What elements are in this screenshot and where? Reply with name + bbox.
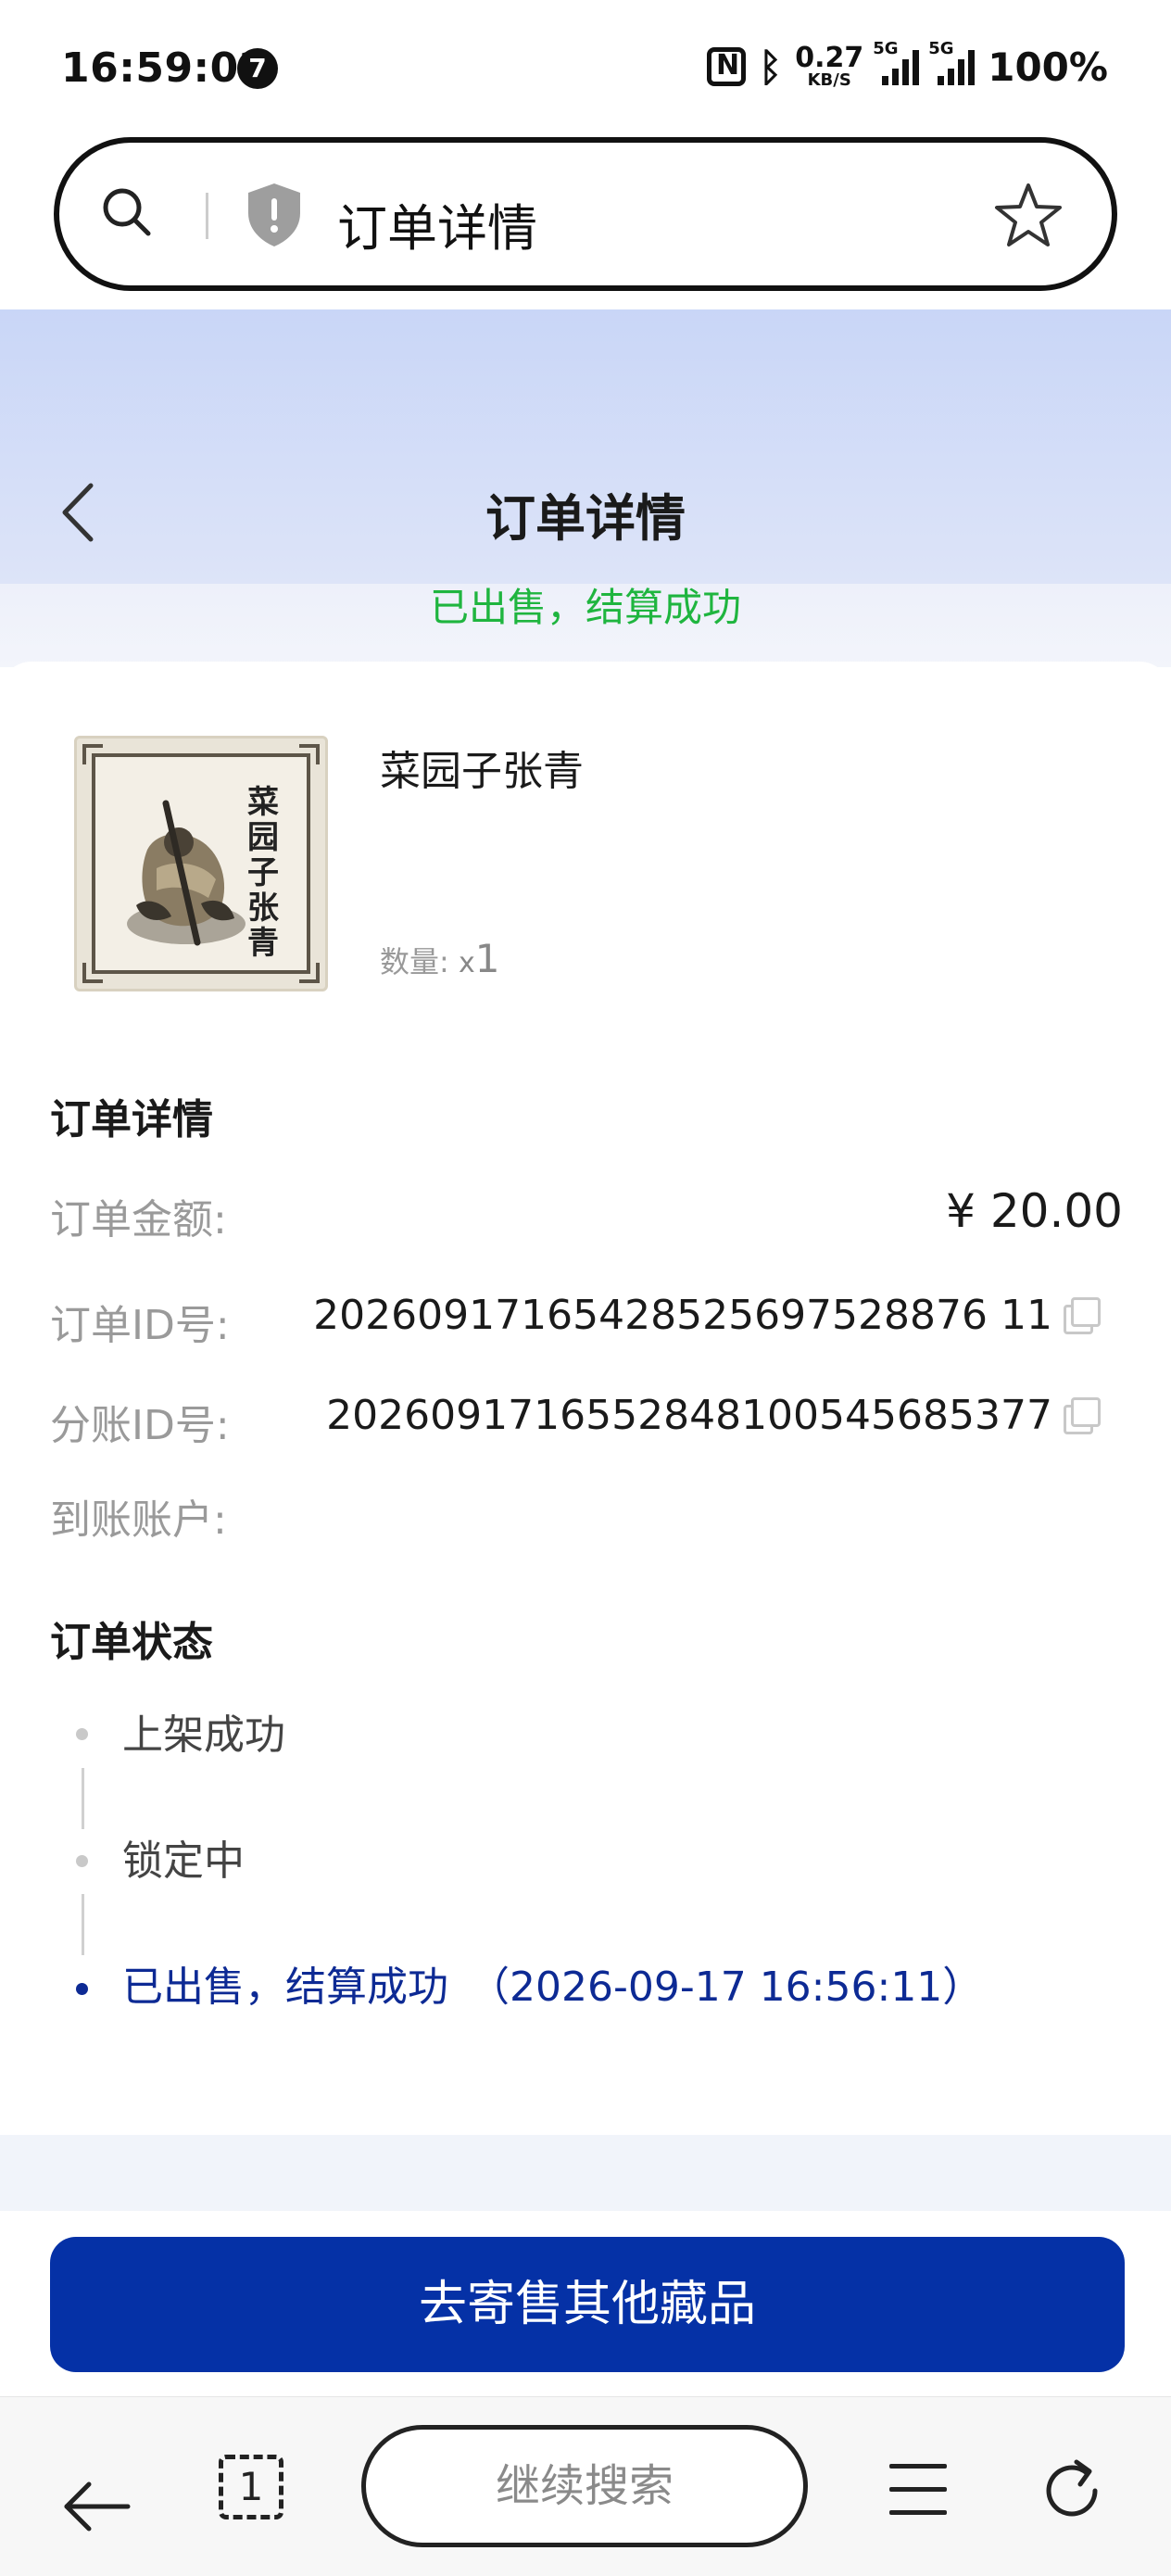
menu-icon[interactable]: [889, 2464, 947, 2516]
product-image-calligraphy: 菜园子张青: [247, 784, 279, 962]
signal-icon: 5G: [928, 39, 976, 85]
product-name: 菜园子张青: [380, 748, 584, 795]
search-icon[interactable]: [100, 185, 152, 237]
quantity-label: 数量:: [380, 944, 449, 979]
network-speed-unit: KB/S: [807, 70, 851, 90]
split-id-value: 2026091716552848100545685377: [326, 1392, 1052, 1439]
product-image[interactable]: 菜园子张青: [74, 736, 328, 991]
split-id-label: 分账ID号:: [50, 1402, 230, 1449]
copy-order-id-icon[interactable]: [1060, 1297, 1101, 1334]
order-id-label: 订单ID号:: [50, 1302, 230, 1349]
notification-badge: 7: [237, 48, 278, 89]
network-speed: 0.27 KB/S: [795, 44, 863, 89]
order-details-title: 订单详情: [50, 1096, 213, 1143]
signal-type-label: 5G: [873, 39, 899, 58]
order-status-title: 订单状态: [50, 1619, 213, 1666]
nfc-icon: [707, 47, 746, 86]
timeline-dot: [76, 1855, 88, 1867]
order-amount-label: 订单金额:: [50, 1196, 227, 1244]
frame-corner: [82, 963, 103, 983]
address-text[interactable]: 订单详情: [337, 187, 537, 260]
split-id-row: 2026091716552848100545685377: [326, 1392, 1101, 1439]
account-label: 到账账户:: [50, 1496, 227, 1544]
footer-separator: [0, 2135, 1171, 2211]
shield-icon[interactable]: [245, 182, 304, 248]
timeline-step-listed: 上架成功: [122, 1711, 285, 1759]
warrior-figure-illustration: [127, 800, 246, 946]
timeline-dot: [76, 1728, 88, 1740]
timeline-dot-active: [76, 1983, 88, 1995]
order-id-row: 20260917165428525697528876 11: [313, 1292, 1101, 1339]
browser-bottom-nav: 1 继续搜索: [0, 2396, 1171, 2576]
bluetooth-icon: ᛒ: [759, 44, 783, 90]
status-indicators: ᛒ 0.27 KB/S 5G 5G 100%: [707, 39, 1108, 93]
address-bar-divider: [206, 193, 208, 239]
timeline-connector: [82, 1768, 84, 1829]
timeline-step-sold: 已出售，结算成功 （2026-09-17 16:56:11）: [122, 1964, 984, 2011]
page-title: 订单详情: [485, 489, 686, 548]
copy-split-id-icon[interactable]: [1060, 1397, 1101, 1434]
frame-corner: [299, 963, 320, 983]
timeline-connector: [82, 1894, 84, 1955]
order-amount-value: ¥ 20.00: [946, 1184, 1123, 1238]
star-icon[interactable]: [993, 182, 1064, 248]
order-status-banner: 已出售，结算成功: [429, 585, 741, 630]
frame-corner: [299, 744, 320, 764]
order-id-value: 20260917165428525697528876 11: [313, 1292, 1052, 1339]
status-bar: 16:59:02 7 ᛒ 0.27 KB/S 5G 5G 100%: [0, 0, 1171, 139]
frame-corner: [82, 744, 103, 764]
product-quantity: 数量: x1: [380, 936, 499, 981]
network-speed-value: 0.27: [795, 42, 864, 74]
product-image-frame: 菜园子张青: [92, 753, 310, 974]
timeline-step-locked: 锁定中: [122, 1837, 245, 1885]
battery-level: 100%: [988, 44, 1108, 90]
browser-address-bar[interactable]: 订单详情: [54, 137, 1117, 291]
consign-other-items-button[interactable]: 去寄售其他藏品: [50, 2237, 1125, 2372]
signal-type-label: 5G: [928, 39, 954, 58]
refresh-icon[interactable]: [1038, 2456, 1106, 2525]
quantity-prefix: x: [458, 947, 475, 979]
back-arrow-icon[interactable]: [61, 2481, 132, 2532]
signal-icon: 5G: [873, 39, 920, 85]
continue-search-button[interactable]: 继续搜索: [361, 2425, 808, 2547]
quantity-value: 1: [474, 936, 500, 981]
tabs-icon[interactable]: 1: [219, 2455, 283, 2519]
